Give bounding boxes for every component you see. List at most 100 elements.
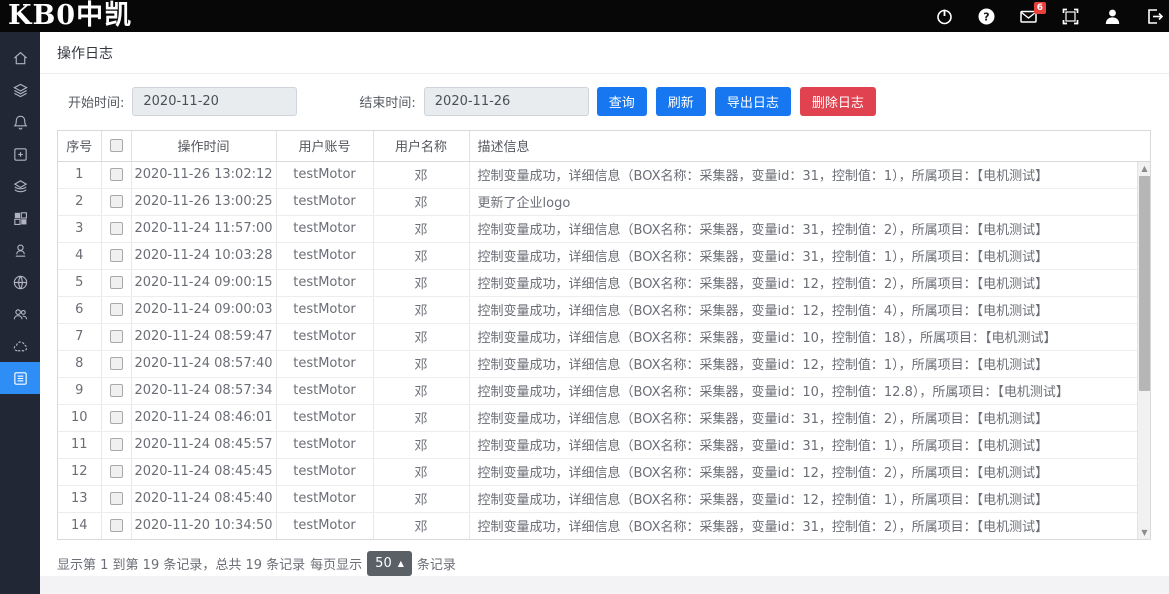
sidebar-item-stack[interactable] <box>0 170 40 202</box>
column-header-username: 用户名称 <box>373 131 469 161</box>
cell-time: 2020-11-24 10:03:28 <box>131 242 276 269</box>
refresh-button[interactable]: 刷新 <box>656 87 706 116</box>
sidebar-item-notifications[interactable] <box>0 106 40 138</box>
top-header-bar: KB0中凯 ? 6 <box>0 0 1169 32</box>
sidebar-item-globe[interactable] <box>0 266 40 298</box>
cell-description: 控制变量成功，详细信息（BOX名称：采集器，变量id：12，控制值：1），所属项… <box>469 350 1150 377</box>
cell-username: 邓 <box>373 242 469 269</box>
app-logo: KB0中凯 <box>0 0 132 32</box>
cell-username: 邓 <box>373 188 469 215</box>
row-checkbox[interactable] <box>110 465 123 478</box>
cell-time: 2020-11-24 08:45:57 <box>131 431 276 458</box>
table-row: 102020-11-24 08:46:01testMotor邓控制变量成功，详细… <box>58 404 1150 431</box>
scrollbar-thumb[interactable] <box>1139 176 1150 391</box>
cell-description: 控制变量成功，详细信息（BOX名称：采集器，变量id：10，控制值：18），所属… <box>469 323 1150 350</box>
cell-account: testMotor <box>276 188 373 215</box>
cell-account: testMotor <box>276 377 373 404</box>
sidebar-item-user-pin[interactable] <box>0 234 40 266</box>
cell-checkbox <box>101 485 131 512</box>
cell-account: testMotor <box>276 431 373 458</box>
table-scrollbar[interactable]: ▲ ▼ <box>1137 162 1150 539</box>
row-checkbox[interactable] <box>110 276 123 289</box>
cell-username: 邓 <box>373 269 469 296</box>
cell-time: 2020-11-20 10:34:50 <box>131 512 276 539</box>
cell-index: 8 <box>58 350 101 377</box>
table-row: 142020-11-20 10:34:50testMotor邓控制变量成功，详细… <box>58 512 1150 539</box>
per-page-suffix: 条记录 <box>417 554 456 573</box>
scrollbar-down-icon[interactable]: ▼ <box>1138 526 1151 539</box>
row-checkbox[interactable] <box>110 438 123 451</box>
cell-username: 邓 <box>373 161 469 188</box>
column-header-time: 操作时间 <box>131 131 276 161</box>
cell-index: 2 <box>58 188 101 215</box>
cell-time: 2020-11-24 08:46:01 <box>131 404 276 431</box>
sidebar-item-home[interactable] <box>0 42 40 74</box>
home-icon <box>12 50 29 67</box>
cell-account: testMotor <box>276 512 373 539</box>
row-checkbox[interactable] <box>110 330 123 343</box>
cell-checkbox <box>101 350 131 377</box>
cell-checkbox <box>101 458 131 485</box>
table-row: 62020-11-24 09:00:03testMotor邓控制变量成功，详细信… <box>58 296 1150 323</box>
row-checkbox[interactable] <box>110 492 123 505</box>
sidebar-item-users[interactable] <box>0 298 40 330</box>
table-row: 22020-11-26 13:00:25testMotor邓更新了企业logo <box>58 188 1150 215</box>
cell-account: testMotor <box>276 350 373 377</box>
filter-bar: 开始时间: 结束时间: 查询 刷新 导出日志 删除日志 <box>40 74 1169 128</box>
cell-time: 2020-11-24 08:57:34 <box>131 377 276 404</box>
scrollbar-up-icon[interactable]: ▲ <box>1138 162 1151 175</box>
start-time-input[interactable] <box>132 87 297 116</box>
select-all-checkbox[interactable] <box>110 139 123 152</box>
end-time-input[interactable] <box>424 87 589 116</box>
row-checkbox[interactable] <box>110 303 123 316</box>
fullscreen-icon[interactable] <box>1062 8 1079 25</box>
cell-time: 2020-11-26 13:00:25 <box>131 188 276 215</box>
delete-log-button[interactable]: 删除日志 <box>800 87 876 116</box>
cell-checkbox <box>101 296 131 323</box>
bell-icon <box>12 114 29 131</box>
row-checkbox[interactable] <box>110 222 123 235</box>
sidebar-item-layers[interactable] <box>0 74 40 106</box>
per-page-select[interactable]: 50 ▲ <box>367 551 412 576</box>
row-checkbox[interactable] <box>110 195 123 208</box>
end-time-label: 结束时间: <box>359 92 415 111</box>
cell-username: 邓 <box>373 323 469 350</box>
query-button[interactable]: 查询 <box>597 87 647 116</box>
per-page-prefix: 每页显示 <box>310 554 362 573</box>
row-checkbox[interactable] <box>110 168 123 181</box>
row-checkbox[interactable] <box>110 519 123 532</box>
sidebar-item-modules[interactable] <box>0 202 40 234</box>
cell-account: testMotor <box>276 269 373 296</box>
cell-account: testMotor <box>276 404 373 431</box>
help-icon[interactable]: ? <box>978 8 995 25</box>
table-row: 132020-11-24 08:45:40testMotor邓控制变量成功，详细… <box>58 485 1150 512</box>
cell-index: 1 <box>58 161 101 188</box>
sidebar-item-cloud[interactable] <box>0 330 40 362</box>
cell-checkbox <box>101 269 131 296</box>
cell-username: 邓 <box>373 377 469 404</box>
export-log-button[interactable]: 导出日志 <box>715 87 791 116</box>
sidebar-item-operation-log[interactable] <box>0 362 40 394</box>
users-icon <box>12 306 29 323</box>
user-icon[interactable] <box>1104 8 1121 25</box>
page-title: 操作日志 <box>57 43 113 63</box>
per-page-value: 50 <box>375 556 392 571</box>
power-icon[interactable] <box>936 8 953 25</box>
sidebar-item-add-window[interactable] <box>0 138 40 170</box>
row-checkbox[interactable] <box>110 384 123 397</box>
row-checkbox[interactable] <box>110 411 123 424</box>
cell-account: testMotor <box>276 323 373 350</box>
logout-icon[interactable] <box>1146 8 1163 25</box>
table-row: 72020-11-24 08:59:47testMotor邓控制变量成功，详细信… <box>58 323 1150 350</box>
cell-time: 2020-11-24 08:59:47 <box>131 323 276 350</box>
cell-description: 控制变量成功，详细信息（BOX名称：采集器，变量id：10，控制值：12.8），… <box>469 377 1150 404</box>
cell-account: testMotor <box>276 242 373 269</box>
row-checkbox[interactable] <box>110 357 123 370</box>
start-time-label: 开始时间: <box>68 92 124 111</box>
log-table: 序号 操作时间 用户账号 用户名称 描述信息 12020-11-26 13:02… <box>57 130 1151 540</box>
mail-icon[interactable]: 6 <box>1020 8 1037 25</box>
table-row: 42020-11-24 10:03:28testMotor邓控制变量成功，详细信… <box>58 242 1150 269</box>
cell-checkbox <box>101 431 131 458</box>
globe-icon <box>12 274 29 291</box>
row-checkbox[interactable] <box>110 249 123 262</box>
